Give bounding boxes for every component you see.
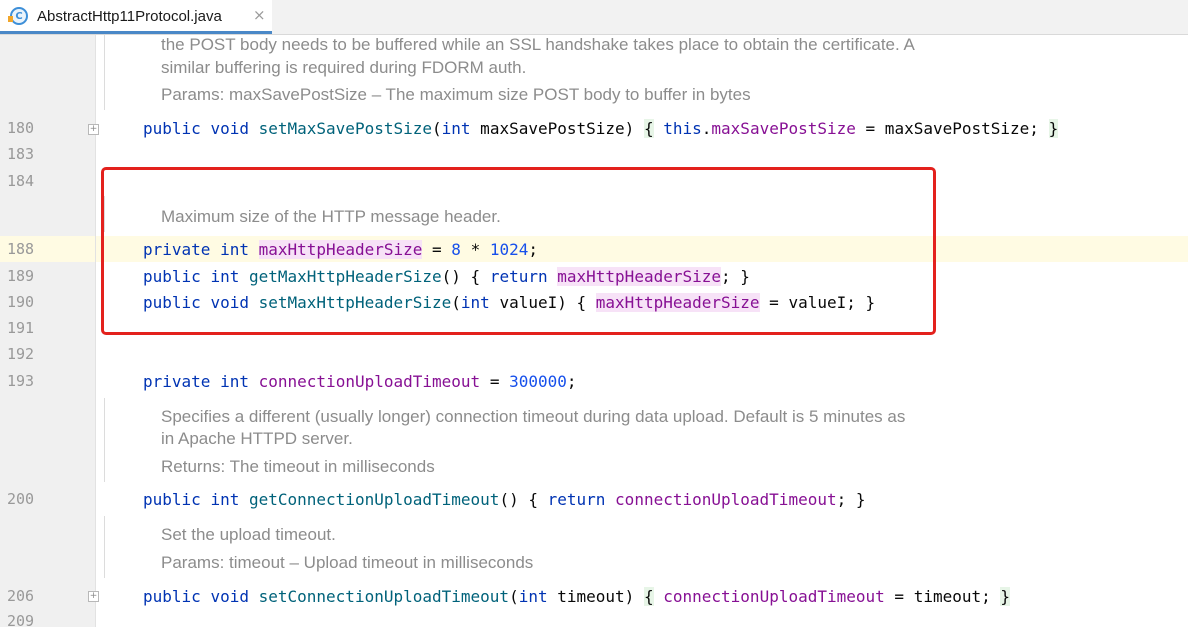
line-number[interactable]: 190 [7,293,34,311]
code-text: = maxSavePostSize; [855,119,1039,138]
line-number[interactable]: 191 [7,319,34,337]
doc-returns: Returns: The timeout in milliseconds [161,457,435,476]
line-number[interactable]: 209 [7,612,34,630]
code-text: = [480,372,510,391]
doc-text: Set the upload timeout. [161,525,336,544]
doc-text: the POST body needs to be buffered while… [161,35,915,54]
line-number[interactable]: 189 [7,267,34,285]
keyword: private [143,372,211,391]
doc-text: in Apache HTTPD server. [161,429,353,448]
line-number[interactable]: 184 [7,172,34,190]
folded-brace[interactable]: } [1048,119,1059,138]
keyword: void [210,587,249,606]
code-line-180[interactable]: public void setMaxSavePostSize(int maxSa… [143,119,1059,138]
field-ref: connectionUploadTimeout [615,490,837,509]
line-number[interactable]: 192 [7,345,34,363]
lock-icon [8,16,13,22]
class-icon-letter: C [15,10,23,22]
keyword: void [210,119,249,138]
code-line-206[interactable]: public void setConnectionUploadTimeout(i… [143,587,1011,606]
doc-text: similar buffering is required during FDO… [161,58,527,77]
code-text: = timeout; [884,587,991,606]
code-line-193[interactable]: private int connectionUploadTimeout = 30… [143,372,577,391]
keyword: int [220,372,249,391]
folded-brace[interactable]: { [643,587,654,606]
annotation-highlight-box [101,167,936,335]
doc-params: Params: timeout – Upload timeout in mill… [161,553,534,572]
dot: . [701,119,712,138]
code-text: ; } [836,490,866,509]
keyword: public [143,119,201,138]
keyword: int [518,587,548,606]
parameter: maxSavePostSize) [470,119,635,138]
keyword: public [143,490,201,509]
parameter: timeout) [547,587,635,606]
line-number[interactable]: 200 [7,490,34,508]
folded-brace[interactable]: { [643,119,654,138]
fold-expand-icon[interactable]: + [88,591,99,602]
keyword: return [547,490,606,509]
code-text: () { [499,490,548,509]
paren: ( [432,119,442,138]
keyword: int [210,490,240,509]
folded-brace[interactable]: } [1000,587,1011,606]
line-number[interactable]: 180 [7,119,34,137]
number-literal: 300000 [509,372,567,391]
line-number[interactable]: 183 [7,145,34,163]
tab-title: AbstractHttp11Protocol.java [37,8,222,25]
method-name: setConnectionUploadTimeout [258,587,510,606]
paren: ( [509,587,519,606]
doc-text: Specifies a different (usually longer) c… [161,407,906,426]
fold-expand-icon[interactable]: + [88,124,99,135]
keyword: int [441,119,471,138]
line-number[interactable]: 206 [7,587,34,605]
close-icon[interactable]: × [253,6,266,24]
keyword: public [143,587,201,606]
code-line-200[interactable]: public int getConnectionUploadTimeout() … [143,490,866,509]
field-ref: maxSavePostSize [711,119,856,138]
method-name: getConnectionUploadTimeout [248,490,500,509]
field-ref: connectionUploadTimeout [663,587,885,606]
method-name: setMaxSavePostSize [258,119,432,138]
line-number[interactable]: 188 [7,240,34,258]
field-declaration: connectionUploadTimeout [258,372,481,391]
java-class-icon: C [8,7,28,25]
doc-params: Params: maxSavePostSize – The maximum si… [161,85,751,104]
semicolon: ; [566,372,577,391]
file-tab[interactable]: C AbstractHttp11Protocol.java × [0,0,272,34]
keyword: this [663,119,702,138]
editor-tab-bar: C AbstractHttp11Protocol.java × [0,0,1188,35]
line-number[interactable]: 193 [7,372,34,390]
